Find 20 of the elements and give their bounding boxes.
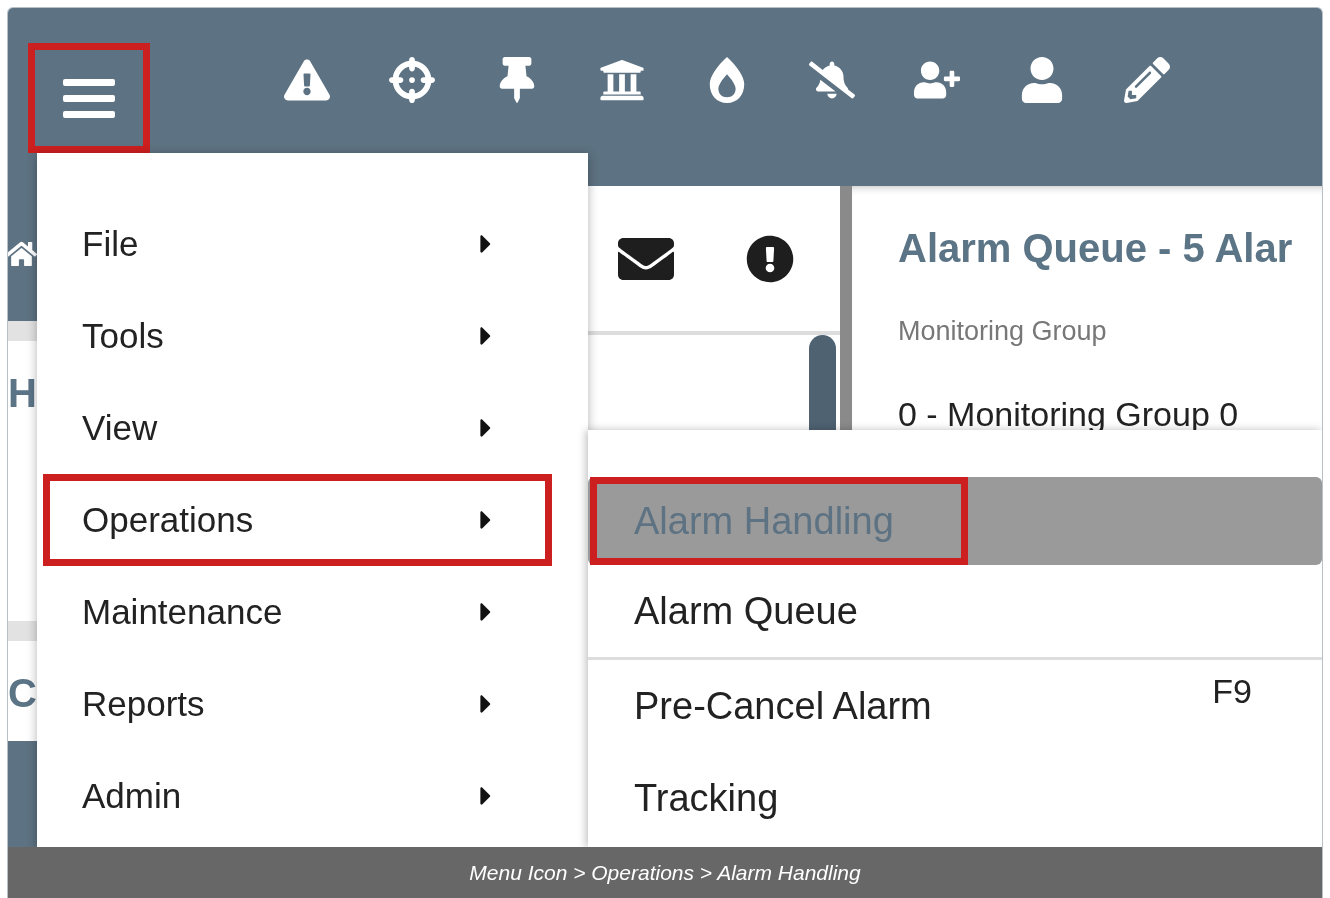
menu-item[interactable]: Operations bbox=[43, 474, 552, 566]
panel-separator bbox=[8, 621, 37, 641]
crosshair-icon[interactable] bbox=[389, 57, 435, 103]
panel-heading: H bbox=[8, 371, 37, 416]
submenu-item[interactable]: Alarm Queue bbox=[588, 565, 1322, 657]
caption-text: Menu Icon > Operations > Alarm Handling bbox=[469, 860, 861, 885]
alert-icon[interactable] bbox=[746, 234, 794, 283]
panel-heading: C bbox=[8, 671, 37, 716]
user-icon[interactable] bbox=[1019, 57, 1065, 103]
warning-icon[interactable] bbox=[284, 57, 330, 103]
field-value: 0 - Monitoring Group 0 bbox=[898, 395, 1240, 434]
pencil-icon[interactable] bbox=[1124, 57, 1170, 103]
field-label: Monitoring Group bbox=[898, 316, 1108, 347]
panel-separator bbox=[8, 321, 37, 341]
submenu-item[interactable]: Tracking bbox=[588, 752, 1322, 844]
bank-icon[interactable] bbox=[599, 57, 645, 103]
panel-title: Alarm Queue - 5 Alar bbox=[898, 226, 1294, 271]
submenu-item[interactable]: Pre-Cancel Alarm F9 bbox=[588, 660, 1322, 752]
shortcut-text: F9 bbox=[1212, 672, 1252, 711]
menu-button[interactable] bbox=[28, 43, 150, 153]
